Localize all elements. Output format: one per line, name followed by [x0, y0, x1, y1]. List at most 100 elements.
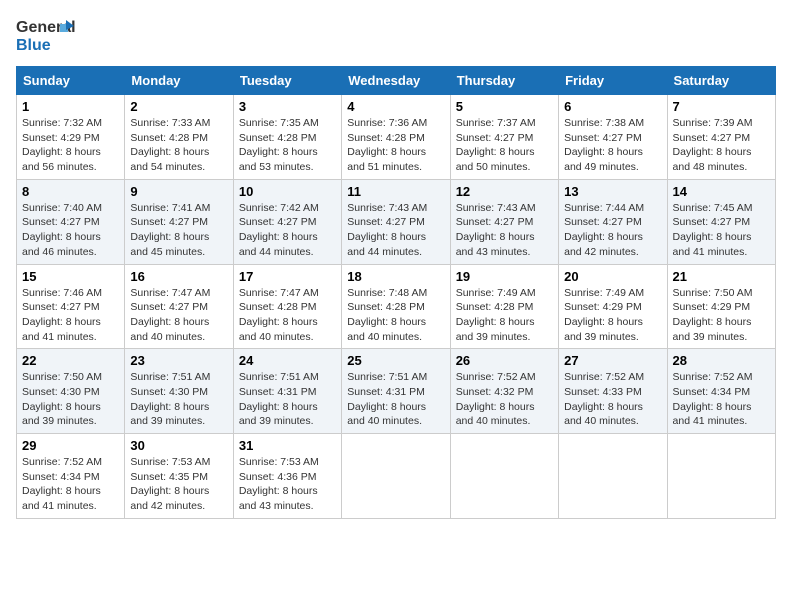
calendar-cell: 25 Sunrise: 7:51 AMSunset: 4:31 PMDayligh…	[342, 349, 450, 434]
calendar-cell: 7Sunrise: 7:39 AMSunset: 4:27 PMDaylight…	[667, 95, 775, 180]
day-number: 24	[239, 353, 336, 368]
cell-info: Sunrise: 7:51 AMSunset: 4:31 PMDaylight:…	[239, 370, 336, 429]
calendar-cell: 2Sunrise: 7:33 AMSunset: 4:28 PMDaylight…	[125, 95, 233, 180]
cell-info: Sunrise: 7:47 AMSunset: 4:28 PMDaylight:…	[239, 286, 336, 345]
calendar-week-row: 22 Sunrise: 7:50 AMSunset: 4:30 PMDayligh…	[17, 349, 776, 434]
calendar-header-row: SundayMondayTuesdayWednesdayThursdayFrid…	[17, 67, 776, 95]
calendar-cell: 11 Sunrise: 7:43 AMSunset: 4:27 PMDayligh…	[342, 179, 450, 264]
day-number: 27	[564, 353, 661, 368]
cell-info: Sunrise: 7:48 AMSunset: 4:28 PMDaylight:…	[347, 286, 444, 345]
day-number: 26	[456, 353, 553, 368]
cell-info: Sunrise: 7:50 AMSunset: 4:30 PMDaylight:…	[22, 370, 119, 429]
calendar-cell: 10Sunrise: 7:42 AMSunset: 4:27 PMDayligh…	[233, 179, 341, 264]
calendar-cell: 30 Sunrise: 7:53 AMSunset: 4:35 PMDayligh…	[125, 434, 233, 519]
calendar-cell: 28 Sunrise: 7:52 AMSunset: 4:34 PMDayligh…	[667, 349, 775, 434]
calendar-cell: 3 Sunrise: 7:35 AMSunset: 4:28 PMDaylight…	[233, 95, 341, 180]
day-number: 22	[22, 353, 119, 368]
calendar-cell: 23 Sunrise: 7:51 AMSunset: 4:30 PMDayligh…	[125, 349, 233, 434]
svg-text:Blue: Blue	[16, 37, 51, 54]
calendar-cell: 18 Sunrise: 7:48 AMSunset: 4:28 PMDayligh…	[342, 264, 450, 349]
day-number: 30	[130, 438, 227, 453]
day-number: 17	[239, 269, 336, 284]
cell-info: Sunrise: 7:52 AMSunset: 4:34 PMDaylight:…	[673, 370, 770, 429]
calendar-week-row: 1Sunrise: 7:32 AMSunset: 4:29 PMDaylight…	[17, 95, 776, 180]
cell-info: Sunrise: 7:39 AMSunset: 4:27 PMDaylight:…	[673, 116, 770, 175]
calendar-cell	[342, 434, 450, 519]
logo-svg: GeneralBlue	[16, 16, 76, 58]
calendar-cell: 26Sunrise: 7:52 AMSunset: 4:32 PMDayligh…	[450, 349, 558, 434]
cell-info: Sunrise: 7:41 AMSunset: 4:27 PMDaylight:…	[130, 201, 227, 260]
day-of-week-header: Thursday	[450, 67, 558, 95]
cell-info: Sunrise: 7:36 AMSunset: 4:28 PMDaylight:…	[347, 116, 444, 175]
calendar-cell: 19 Sunrise: 7:49 AMSunset: 4:28 PMDayligh…	[450, 264, 558, 349]
calendar-cell: 8Sunrise: 7:40 AMSunset: 4:27 PMDaylight…	[17, 179, 125, 264]
cell-info: Sunrise: 7:51 AMSunset: 4:30 PMDaylight:…	[130, 370, 227, 429]
calendar-cell: 31 Sunrise: 7:53 AMSunset: 4:36 PMDayligh…	[233, 434, 341, 519]
calendar-cell: 15 Sunrise: 7:46 AMSunset: 4:27 PMDayligh…	[17, 264, 125, 349]
calendar-cell: 5 Sunrise: 7:37 AMSunset: 4:27 PMDaylight…	[450, 95, 558, 180]
day-number: 12	[456, 184, 553, 199]
day-number: 9	[130, 184, 227, 199]
cell-info: Sunrise: 7:38 AMSunset: 4:27 PMDaylight:…	[564, 116, 661, 175]
page-header: GeneralBlue	[16, 16, 776, 58]
day-number: 14	[673, 184, 770, 199]
day-number: 15	[22, 269, 119, 284]
day-number: 5	[456, 99, 553, 114]
cell-info: Sunrise: 7:52 AMSunset: 4:34 PMDaylight:…	[22, 455, 119, 514]
day-number: 16	[130, 269, 227, 284]
day-number: 21	[673, 269, 770, 284]
calendar-cell: 21 Sunrise: 7:50 AMSunset: 4:29 PMDayligh…	[667, 264, 775, 349]
logo: GeneralBlue	[16, 16, 76, 58]
calendar-cell: 12 Sunrise: 7:43 AMSunset: 4:27 PMDayligh…	[450, 179, 558, 264]
calendar-cell: 17 Sunrise: 7:47 AMSunset: 4:28 PMDayligh…	[233, 264, 341, 349]
day-of-week-header: Tuesday	[233, 67, 341, 95]
calendar-cell: 9 Sunrise: 7:41 AMSunset: 4:27 PMDaylight…	[125, 179, 233, 264]
day-number: 2	[130, 99, 227, 114]
cell-info: Sunrise: 7:47 AMSunset: 4:27 PMDaylight:…	[130, 286, 227, 345]
cell-info: Sunrise: 7:53 AMSunset: 4:35 PMDaylight:…	[130, 455, 227, 514]
calendar-cell: 22 Sunrise: 7:50 AMSunset: 4:30 PMDayligh…	[17, 349, 125, 434]
day-number: 11	[347, 184, 444, 199]
day-number: 8	[22, 184, 119, 199]
day-number: 3	[239, 99, 336, 114]
calendar-cell: 29 Sunrise: 7:52 AMSunset: 4:34 PMDayligh…	[17, 434, 125, 519]
cell-info: Sunrise: 7:45 AMSunset: 4:27 PMDaylight:…	[673, 201, 770, 260]
calendar-cell: 24 Sunrise: 7:51 AMSunset: 4:31 PMDayligh…	[233, 349, 341, 434]
calendar-cell	[667, 434, 775, 519]
calendar-cell	[450, 434, 558, 519]
day-number: 23	[130, 353, 227, 368]
day-number: 13	[564, 184, 661, 199]
calendar-table: SundayMondayTuesdayWednesdayThursdayFrid…	[16, 66, 776, 519]
cell-info: Sunrise: 7:49 AMSunset: 4:28 PMDaylight:…	[456, 286, 553, 345]
calendar-cell: 6Sunrise: 7:38 AMSunset: 4:27 PMDaylight…	[559, 95, 667, 180]
cell-info: Sunrise: 7:43 AMSunset: 4:27 PMDaylight:…	[347, 201, 444, 260]
day-of-week-header: Friday	[559, 67, 667, 95]
day-number: 4	[347, 99, 444, 114]
calendar-cell: 27 Sunrise: 7:52 AMSunset: 4:33 PMDayligh…	[559, 349, 667, 434]
calendar-cell: 16 Sunrise: 7:47 AMSunset: 4:27 PMDayligh…	[125, 264, 233, 349]
day-number: 31	[239, 438, 336, 453]
day-number: 29	[22, 438, 119, 453]
day-number: 25	[347, 353, 444, 368]
day-number: 19	[456, 269, 553, 284]
day-number: 1	[22, 99, 119, 114]
day-number: 28	[673, 353, 770, 368]
day-of-week-header: Wednesday	[342, 67, 450, 95]
cell-info: Sunrise: 7:51 AMSunset: 4:31 PMDaylight:…	[347, 370, 444, 429]
cell-info: Sunrise: 7:52 AMSunset: 4:33 PMDaylight:…	[564, 370, 661, 429]
cell-info: Sunrise: 7:43 AMSunset: 4:27 PMDaylight:…	[456, 201, 553, 260]
calendar-cell: 20Sunrise: 7:49 AMSunset: 4:29 PMDayligh…	[559, 264, 667, 349]
day-number: 20	[564, 269, 661, 284]
cell-info: Sunrise: 7:50 AMSunset: 4:29 PMDaylight:…	[673, 286, 770, 345]
cell-info: Sunrise: 7:35 AMSunset: 4:28 PMDaylight:…	[239, 116, 336, 175]
day-number: 10	[239, 184, 336, 199]
day-of-week-header: Monday	[125, 67, 233, 95]
cell-info: Sunrise: 7:53 AMSunset: 4:36 PMDaylight:…	[239, 455, 336, 514]
cell-info: Sunrise: 7:37 AMSunset: 4:27 PMDaylight:…	[456, 116, 553, 175]
cell-info: Sunrise: 7:46 AMSunset: 4:27 PMDaylight:…	[22, 286, 119, 345]
calendar-cell: 4 Sunrise: 7:36 AMSunset: 4:28 PMDaylight…	[342, 95, 450, 180]
day-of-week-header: Saturday	[667, 67, 775, 95]
day-number: 18	[347, 269, 444, 284]
calendar-cell: 1Sunrise: 7:32 AMSunset: 4:29 PMDaylight…	[17, 95, 125, 180]
day-of-week-header: Sunday	[17, 67, 125, 95]
